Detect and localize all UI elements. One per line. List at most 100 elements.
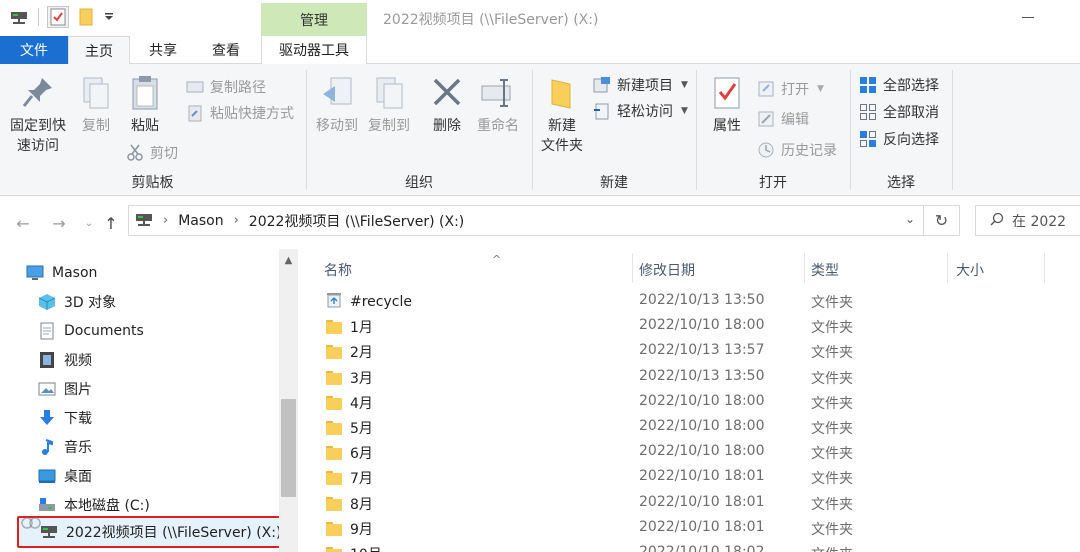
navigation-bar: ← → ⌄ ↑ › Mason › 2022视频项目 (\\FileServer… xyxy=(0,197,1080,249)
move-to-button[interactable]: 移动到 xyxy=(313,74,361,136)
breadcrumb-item-drive[interactable]: 2022视频项目 (\\FileServer) (X:) xyxy=(249,211,464,231)
easy-access-button[interactable]: 轻松访问 ▼ xyxy=(593,100,688,122)
table-row[interactable]: 4月 2022/10/10 18:00 文件夹 xyxy=(300,390,1080,415)
select-all-button[interactable]: 全部选择 xyxy=(859,74,939,96)
up-arrow-icon[interactable]: ↑ xyxy=(100,212,122,234)
address-dropdown-icon[interactable]: ⌄ xyxy=(905,212,915,226)
file-type: 文件夹 xyxy=(811,421,853,437)
minimize-button[interactable] xyxy=(1012,6,1042,28)
new-item-button[interactable]: 新建项目 ▼ xyxy=(593,74,688,96)
refresh-button[interactable]: ↻ xyxy=(924,205,960,236)
table-row[interactable]: 6月 2022/10/10 18:00 文件夹 xyxy=(300,440,1080,465)
new-folder-icon[interactable] xyxy=(75,6,97,28)
refresh-icon: ↻ xyxy=(934,211,949,230)
nav-item-label: 图片 xyxy=(64,382,92,398)
table-row[interactable]: 2月 2022/10/13 13:57 文件夹 xyxy=(300,339,1080,364)
properties-button[interactable]: 属性 xyxy=(705,74,749,136)
table-row[interactable]: 5月 2022/10/10 18:00 文件夹 xyxy=(300,415,1080,440)
column-divider[interactable] xyxy=(1044,253,1045,283)
forward-arrow-icon[interactable]: → xyxy=(48,212,70,234)
sort-ascending-icon: ^ xyxy=(492,253,502,266)
nav-item-desktop[interactable]: 桌面 xyxy=(38,462,92,490)
nav-scrollbar[interactable]: ▲ xyxy=(279,249,298,552)
nav-item-downloads[interactable]: 下载 xyxy=(38,404,92,432)
address-bar[interactable]: › Mason › 2022视频项目 (\\FileServer) (X:) ⌄ xyxy=(128,205,924,236)
history-button[interactable]: 历史记录 xyxy=(757,139,837,161)
table-row[interactable]: 1月 2022/10/10 18:00 文件夹 xyxy=(300,314,1080,339)
table-row[interactable]: 7月 2022/10/10 18:01 文件夹 xyxy=(300,465,1080,490)
folder-icon xyxy=(326,521,342,536)
window-title: 2022视频项目 (\\FileServer) (X:) xyxy=(383,12,599,28)
nav-item-label: 下载 xyxy=(64,411,92,427)
table-row[interactable]: #recycle 2022/10/13 13:50 文件夹 xyxy=(300,289,1080,314)
copy-path-button[interactable]: 复制路径 xyxy=(186,76,266,98)
column-divider[interactable] xyxy=(632,253,633,283)
pin-quick-access-button[interactable]: 固定到快 速访问 xyxy=(6,74,70,156)
breadcrumb-chevron-icon[interactable]: › xyxy=(163,213,168,228)
manage-context-tab[interactable]: 管理 xyxy=(261,3,367,36)
nav-item-videos[interactable]: 视频 xyxy=(38,346,92,374)
paste-button[interactable]: 粘贴 xyxy=(122,74,168,136)
nav-item-label: 本地磁盘 (C:) xyxy=(64,498,150,514)
edit-button[interactable]: 编辑 xyxy=(757,108,809,130)
scroll-up-arrow-icon[interactable]: ▲ xyxy=(279,251,298,269)
nav-item-mason[interactable]: Mason xyxy=(26,259,97,287)
cut-button[interactable]: 剪切 xyxy=(126,142,178,164)
organize-group-label: 组织 xyxy=(405,175,433,191)
copy-to-button[interactable]: 复制到 xyxy=(365,74,413,136)
nav-item-pictures[interactable]: 图片 xyxy=(38,375,92,403)
scroll-thumb[interactable] xyxy=(281,399,296,497)
rename-button[interactable]: 重命名 xyxy=(473,74,523,136)
column-header-type[interactable]: 类型 xyxy=(811,255,839,285)
column-divider[interactable] xyxy=(947,253,948,283)
tab-share[interactable]: 共享 xyxy=(134,36,192,64)
invert-selection-button[interactable]: 反向选择 xyxy=(859,128,939,150)
breadcrumb-chevron-icon[interactable]: › xyxy=(234,213,239,228)
chevron-down-icon: ▼ xyxy=(681,80,688,90)
column-header-name[interactable]: 名称 ^ xyxy=(324,253,501,285)
nav-item-network-drive[interactable]: 2022视频项目 (\\FileServer) (X:) xyxy=(17,516,281,548)
open-label: 打开 xyxy=(781,82,809,98)
nav-item-3d-objects[interactable]: 3D 对象 xyxy=(38,288,116,316)
select-none-button[interactable]: 全部取消 xyxy=(859,101,939,123)
search-input[interactable]: 在 2022 xyxy=(975,205,1080,236)
breadcrumb-item-mason[interactable]: Mason xyxy=(178,213,223,229)
file-name-cell: 10月 xyxy=(326,544,382,552)
tab-view[interactable]: 查看 xyxy=(196,36,256,64)
column-divider[interactable] xyxy=(804,253,805,283)
folder-icon xyxy=(326,496,342,511)
title-bar: 管理 2022视频项目 (\\FileServer) (X:) xyxy=(0,0,1080,36)
properties-icon[interactable] xyxy=(47,6,69,28)
table-row[interactable]: 9月 2022/10/10 18:01 文件夹 xyxy=(300,516,1080,541)
delete-button[interactable]: 删除 xyxy=(425,74,469,136)
file-name-cell: 2月 xyxy=(326,342,373,362)
file-name: 10月 xyxy=(350,544,382,552)
folder-icon xyxy=(326,370,342,385)
nav-item-local-disk[interactable]: 本地磁盘 (C:) xyxy=(38,491,150,519)
table-row[interactable]: 3月 2022/10/13 13:50 文件夹 xyxy=(300,365,1080,390)
open-group-label: 打开 xyxy=(759,175,787,191)
paste-shortcut-button[interactable]: 粘贴快捷方式 xyxy=(186,102,294,124)
properties-label: 属性 xyxy=(713,118,741,134)
tab-file[interactable]: 文件 xyxy=(0,36,68,64)
delete-x-icon xyxy=(429,74,465,112)
table-row[interactable]: 8月 2022/10/10 18:01 文件夹 xyxy=(300,491,1080,516)
tab-home[interactable]: 主页 xyxy=(68,36,130,65)
new-item-icon xyxy=(593,76,611,94)
back-arrow-icon[interactable]: ← xyxy=(12,212,34,234)
customize-dropdown-icon[interactable] xyxy=(103,6,115,28)
table-row[interactable]: 10月 2022/10/10 18:02 文件夹 xyxy=(300,541,1080,552)
column-header-modified[interactable]: 修改日期 xyxy=(639,255,695,285)
open-button[interactable]: 打开 ▼ xyxy=(757,78,824,100)
recent-locations-chevron-icon[interactable]: ⌄ xyxy=(78,212,100,234)
copy-button[interactable]: 复制 xyxy=(74,74,118,136)
column-header-size[interactable]: 大小 xyxy=(956,255,984,285)
new-folder-icon xyxy=(544,74,580,112)
tab-drive-tools[interactable]: 驱动器工具 xyxy=(261,36,367,64)
recycle-folder-icon xyxy=(326,292,342,312)
nav-item-music[interactable]: 音乐 xyxy=(38,433,92,461)
drive-icon[interactable] xyxy=(8,6,30,28)
nav-item-label: Documents xyxy=(64,323,144,339)
nav-item-documents[interactable]: Documents xyxy=(38,317,144,345)
new-folder-button[interactable]: 新建 文件夹 xyxy=(537,74,587,156)
